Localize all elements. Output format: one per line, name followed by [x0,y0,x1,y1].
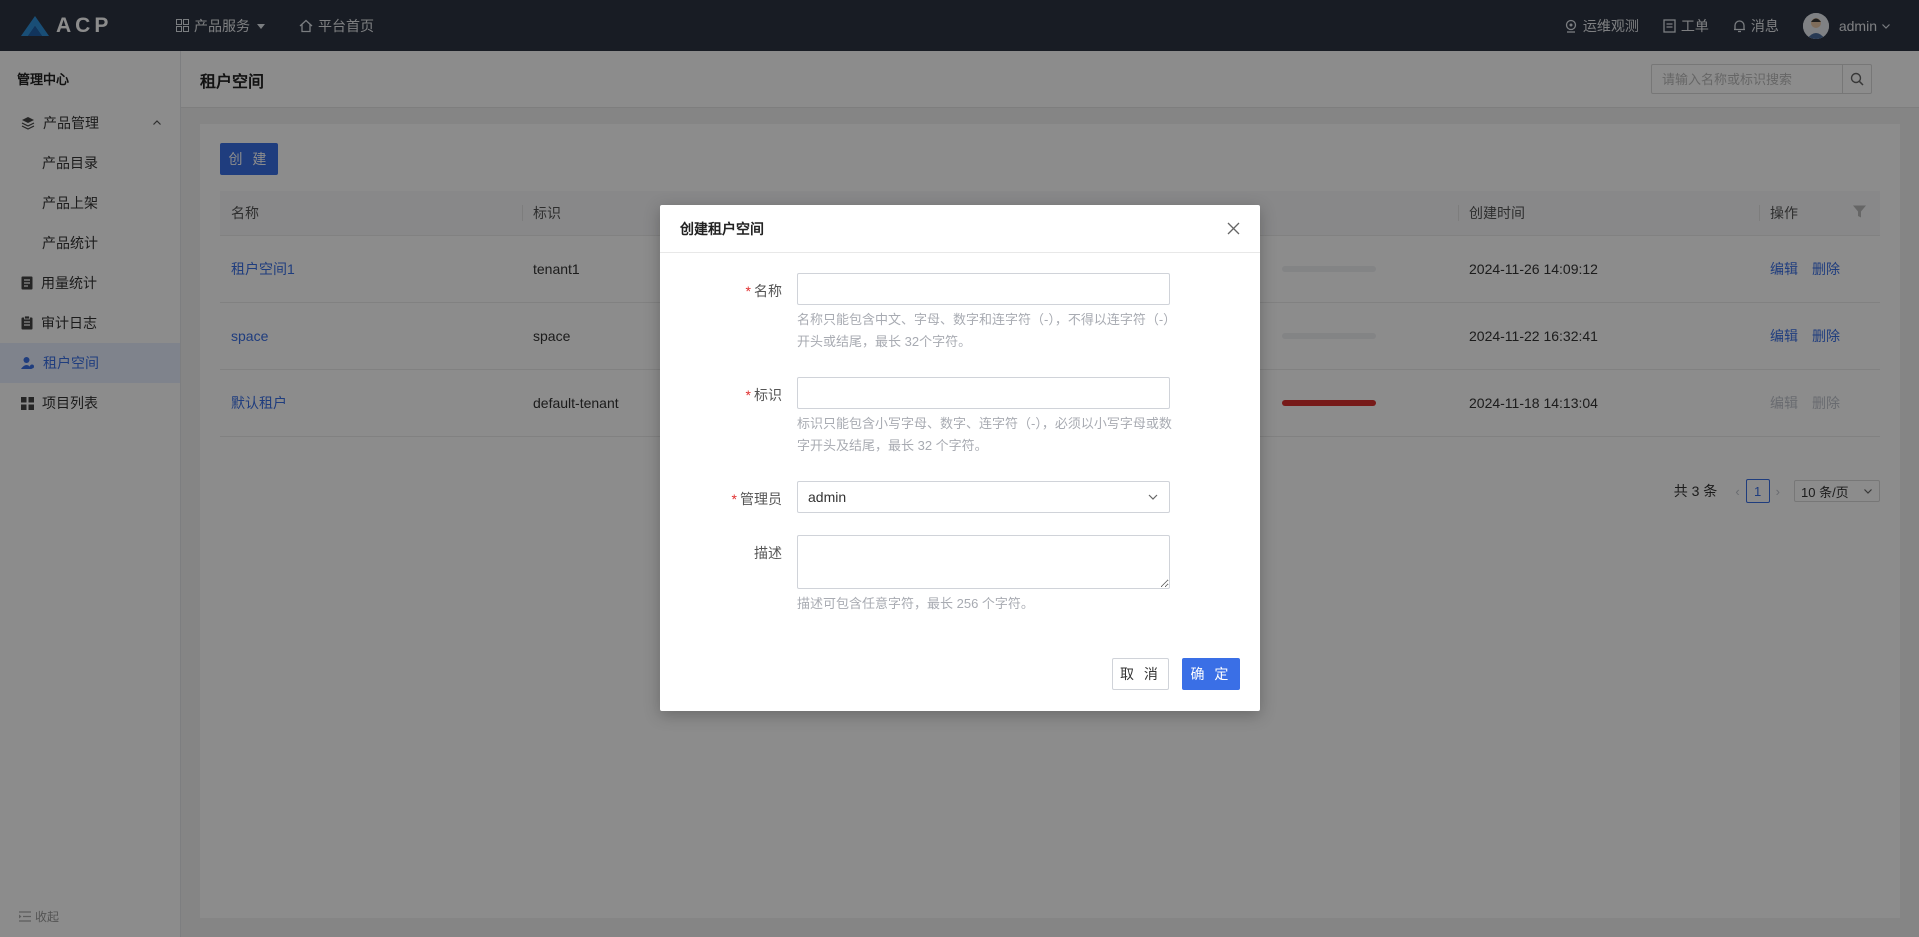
required-mark: * [745,283,751,299]
chevron-down-icon [1148,494,1158,500]
admin-label: * 管理员 [732,489,782,509]
name-label: * 名称 [746,281,782,301]
name-label-text: 名称 [754,283,782,299]
create-tenant-dialog: 创建租户空间 * 名称 名称只能包含中文、字母、数字和连字符（-），不得以连字符（… [660,205,1260,711]
close-icon [1227,222,1240,235]
cancel-button[interactable]: 取 消 [1112,658,1169,690]
admin-select[interactable]: admin [797,481,1170,513]
admin-select-value: admin [808,489,847,505]
identifier-hint: 标识只能包含小写字母、数字、连字符（-），必须以小写字母或数字开头及结尾，最长 … [797,416,1172,453]
identifier-label: * 标识 [746,385,782,405]
required-mark: * [745,387,751,403]
required-mark: * [731,491,737,507]
name-hint: 名称只能包含中文、字母、数字和连字符（-），不得以连字符（-）开头或结尾，最长 … [797,312,1177,349]
dialog-title: 创建租户空间 [680,220,764,237]
description-textarea[interactable] [797,535,1170,589]
description-label: 描述 [754,545,782,561]
confirm-button[interactable]: 确 定 [1182,658,1240,690]
dialog-header: 创建租户空间 [660,205,1260,253]
identifier-label-text: 标识 [754,387,782,403]
admin-label-text: 管理员 [740,491,782,507]
name-input[interactable] [797,273,1170,305]
description-hint: 描述可包含任意字符，最长 256 个字符。 [797,596,1034,611]
identifier-input[interactable] [797,377,1170,409]
close-button[interactable] [1227,222,1240,235]
